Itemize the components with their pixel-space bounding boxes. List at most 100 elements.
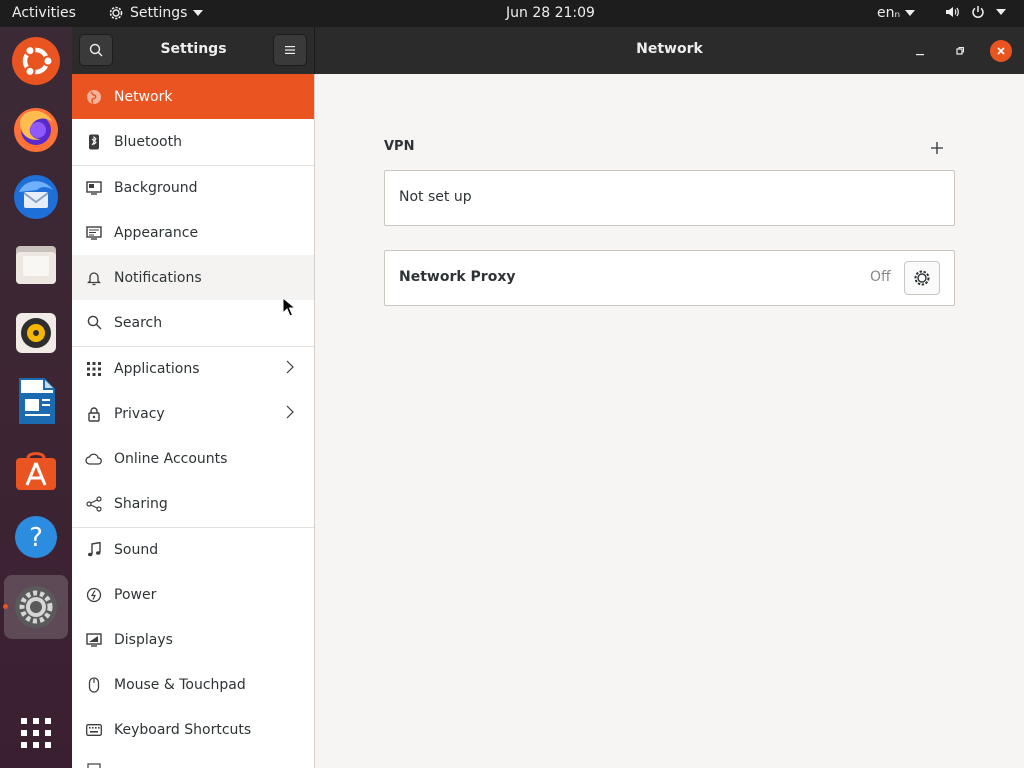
dock-ubuntu[interactable] bbox=[4, 29, 68, 93]
sidebar-item-label: Keyboard Shortcuts bbox=[114, 721, 252, 738]
sidebar-item-label: Sound bbox=[114, 541, 159, 558]
power-icon bbox=[972, 6, 984, 19]
dock-writer[interactable] bbox=[4, 369, 68, 433]
sidebar-item-label: Displays bbox=[114, 631, 173, 648]
sidebar-item-label: Privacy bbox=[114, 405, 165, 422]
sidebar-item-network[interactable]: Network bbox=[72, 74, 314, 119]
sidebar-item-appearance[interactable]: Appearance bbox=[72, 210, 314, 255]
share-icon bbox=[85, 495, 103, 513]
plus-icon bbox=[931, 142, 943, 154]
sidebar: Network Bluetooth Background Appearance bbox=[72, 74, 315, 768]
chevron-down-icon bbox=[193, 10, 204, 16]
display-icon bbox=[85, 631, 103, 649]
restore-icon bbox=[956, 47, 964, 55]
add-vpn-button[interactable] bbox=[927, 138, 947, 158]
chevron-right-icon bbox=[286, 360, 294, 374]
maximize-button[interactable] bbox=[950, 41, 970, 61]
network-proxy-settings-button[interactable] bbox=[904, 261, 940, 295]
dock-help[interactable]: ? bbox=[4, 505, 68, 569]
software-icon bbox=[16, 452, 56, 490]
sidebar-item-sound[interactable]: Sound bbox=[72, 527, 314, 572]
primary-menu-button[interactable] bbox=[273, 34, 307, 66]
top-bar: Activities Settings Jun 28 21:09 enₙ bbox=[0, 0, 1024, 27]
sidebar-item-power[interactable]: Power bbox=[72, 572, 314, 617]
minimize-button[interactable] bbox=[910, 41, 930, 61]
sidebar-item-displays[interactable]: Displays bbox=[72, 617, 314, 662]
sidebar-item-label: Power bbox=[114, 586, 157, 603]
sidebar-item-label: Network bbox=[114, 88, 173, 105]
dock-rhythmbox[interactable] bbox=[4, 301, 68, 365]
sidebar-item-label: Mouse & Touchpad bbox=[114, 676, 246, 693]
gear-icon bbox=[914, 270, 930, 286]
files-icon bbox=[16, 246, 56, 284]
libreoffice-writer-icon bbox=[19, 378, 55, 424]
app-menu-label: Settings bbox=[130, 5, 188, 21]
input-source-menu[interactable]: enₙ bbox=[877, 5, 916, 21]
network-panel: VPN Not set up Network Proxy Off bbox=[315, 74, 1024, 768]
background-icon bbox=[85, 179, 103, 197]
appearance-icon bbox=[85, 224, 103, 242]
sidebar-item-notifications[interactable]: Notifications bbox=[72, 255, 314, 300]
sidebar-item-background[interactable]: Background bbox=[72, 165, 314, 210]
keyboard-icon bbox=[85, 721, 103, 739]
activities-button[interactable]: Activities bbox=[12, 5, 76, 21]
firefox-icon bbox=[14, 108, 58, 152]
thunderbird-icon bbox=[14, 175, 58, 219]
settings-window: Settings Network Network Bluetooth Backg… bbox=[72, 27, 1024, 768]
sidebar-item-label: Appearance bbox=[114, 224, 199, 241]
system-menu[interactable] bbox=[944, 4, 1006, 20]
dock-files[interactable] bbox=[4, 233, 68, 297]
mouse-cursor-icon bbox=[282, 297, 296, 317]
clock[interactable]: Jun 28 21:09 bbox=[506, 5, 595, 21]
vpn-list: Not set up bbox=[384, 170, 955, 226]
minimize-icon bbox=[916, 54, 924, 56]
close-button[interactable] bbox=[990, 40, 1012, 62]
sidebar-item-label: Sharing bbox=[114, 495, 168, 512]
sidebar-item-search[interactable]: Search bbox=[72, 300, 314, 345]
sidebar-item-keyboard-shortcuts[interactable]: Keyboard Shortcuts bbox=[72, 707, 314, 752]
sidebar-item-label: Search bbox=[114, 314, 163, 331]
input-source-label: enₙ bbox=[877, 5, 901, 21]
chevron-down-icon bbox=[905, 10, 916, 16]
music-note-icon bbox=[85, 541, 103, 559]
dock-thunderbird[interactable] bbox=[4, 165, 68, 229]
dock-software[interactable] bbox=[4, 437, 68, 501]
dock: ? bbox=[0, 27, 72, 768]
dock-firefox[interactable] bbox=[4, 97, 68, 161]
dock-show-apps[interactable] bbox=[4, 701, 68, 765]
globe-icon bbox=[85, 88, 103, 106]
grid-icon bbox=[85, 360, 103, 378]
header-bar: Settings Network bbox=[72, 27, 1024, 74]
sidebar-item-mouse-touchpad[interactable]: Mouse & Touchpad bbox=[72, 662, 314, 707]
sidebar-item-applications[interactable]: Applications bbox=[72, 346, 314, 391]
sidebar-item-online-accounts[interactable]: Online Accounts bbox=[72, 436, 314, 481]
volume-icon bbox=[946, 7, 959, 17]
bluetooth-icon bbox=[85, 133, 103, 151]
dock-settings[interactable] bbox=[4, 575, 68, 639]
network-proxy-status: Off bbox=[870, 269, 891, 285]
app-menu[interactable]: Settings bbox=[108, 5, 204, 21]
svg-text:?: ? bbox=[29, 523, 43, 553]
close-icon bbox=[997, 47, 1005, 55]
sidebar-item-privacy[interactable]: Privacy bbox=[72, 391, 314, 436]
rhythmbox-icon bbox=[16, 313, 56, 353]
ubuntu-icon bbox=[12, 37, 60, 85]
help-icon: ? bbox=[15, 516, 57, 558]
sidebar-item-bluetooth[interactable]: Bluetooth bbox=[72, 119, 314, 164]
search-icon bbox=[85, 314, 103, 332]
mouse-icon bbox=[85, 676, 103, 694]
vpn-status: Not set up bbox=[399, 189, 472, 205]
bell-icon bbox=[85, 269, 103, 287]
chevron-down-icon bbox=[996, 9, 1006, 15]
chevron-right-icon bbox=[286, 405, 294, 419]
network-proxy-label: Network Proxy bbox=[399, 269, 516, 285]
sidebar-item-partial[interactable] bbox=[72, 754, 314, 768]
vpn-section-title: VPN bbox=[384, 139, 415, 154]
sidebar-item-sharing[interactable]: Sharing bbox=[72, 481, 314, 526]
network-proxy-row[interactable]: Network Proxy Off bbox=[384, 250, 955, 306]
sidebar-item-label: Background bbox=[114, 179, 198, 196]
show-apps-icon bbox=[21, 718, 51, 748]
power-icon bbox=[85, 586, 103, 604]
gear-icon bbox=[109, 6, 123, 20]
running-indicator bbox=[3, 604, 8, 609]
